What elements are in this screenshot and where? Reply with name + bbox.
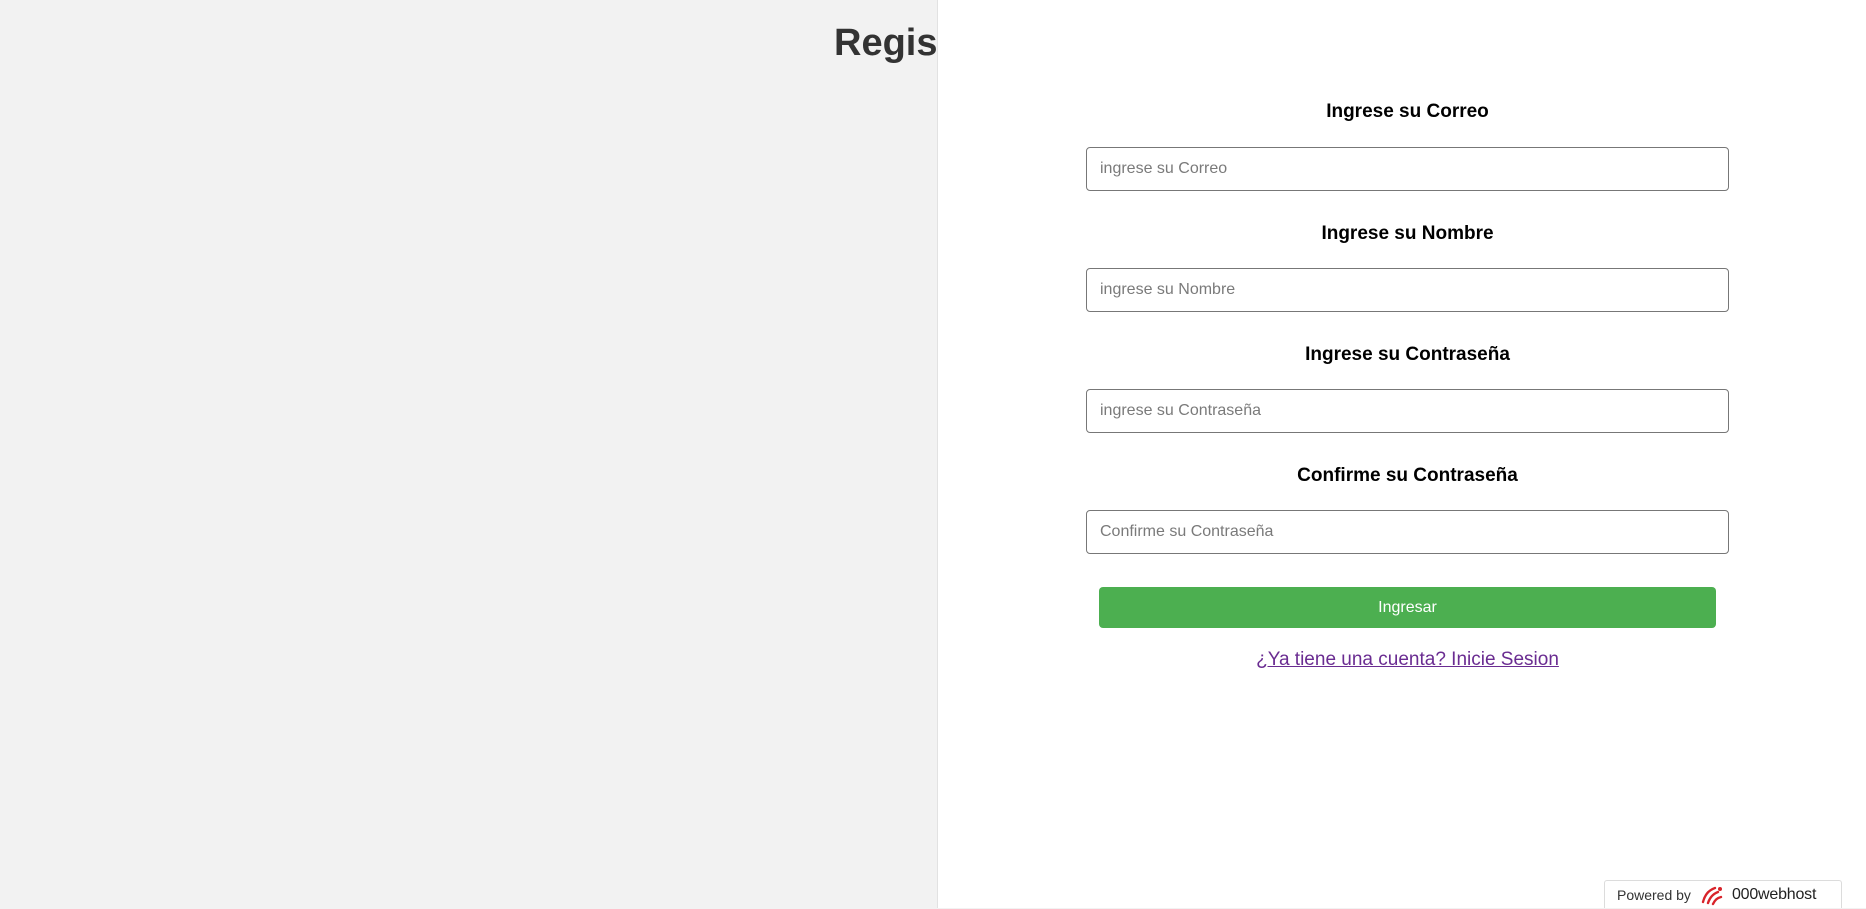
name-field[interactable] <box>1086 268 1729 312</box>
login-link[interactable]: ¿Ya tiene una cuenta? Inicie Sesion <box>1086 648 1729 672</box>
submit-button[interactable]: Ingresar <box>1099 587 1716 628</box>
confirm-password-field[interactable] <box>1086 510 1729 554</box>
powered-by-label: Powered by <box>1617 886 1691 903</box>
password-label: Ingrese su Contraseña <box>1305 344 1510 365</box>
name-label: Ingrese su Nombre <box>1321 223 1494 244</box>
registration-panel: Ingrese su Correo Ingrese su Nombre Ingr… <box>937 0 1866 908</box>
password-field[interactable] <box>1086 389 1729 433</box>
000webhost-logo-icon <box>1699 884 1727 906</box>
page-title: Regis <box>834 22 938 64</box>
host-name: 000webhost <box>1731 885 1817 903</box>
powered-by-badge[interactable]: Powered by 000webhost <box>1604 880 1842 908</box>
confirm-password-label: Confirme su Contraseña <box>1297 465 1518 486</box>
email-field[interactable] <box>1086 147 1729 191</box>
email-label: Ingrese su Correo <box>1326 101 1489 122</box>
